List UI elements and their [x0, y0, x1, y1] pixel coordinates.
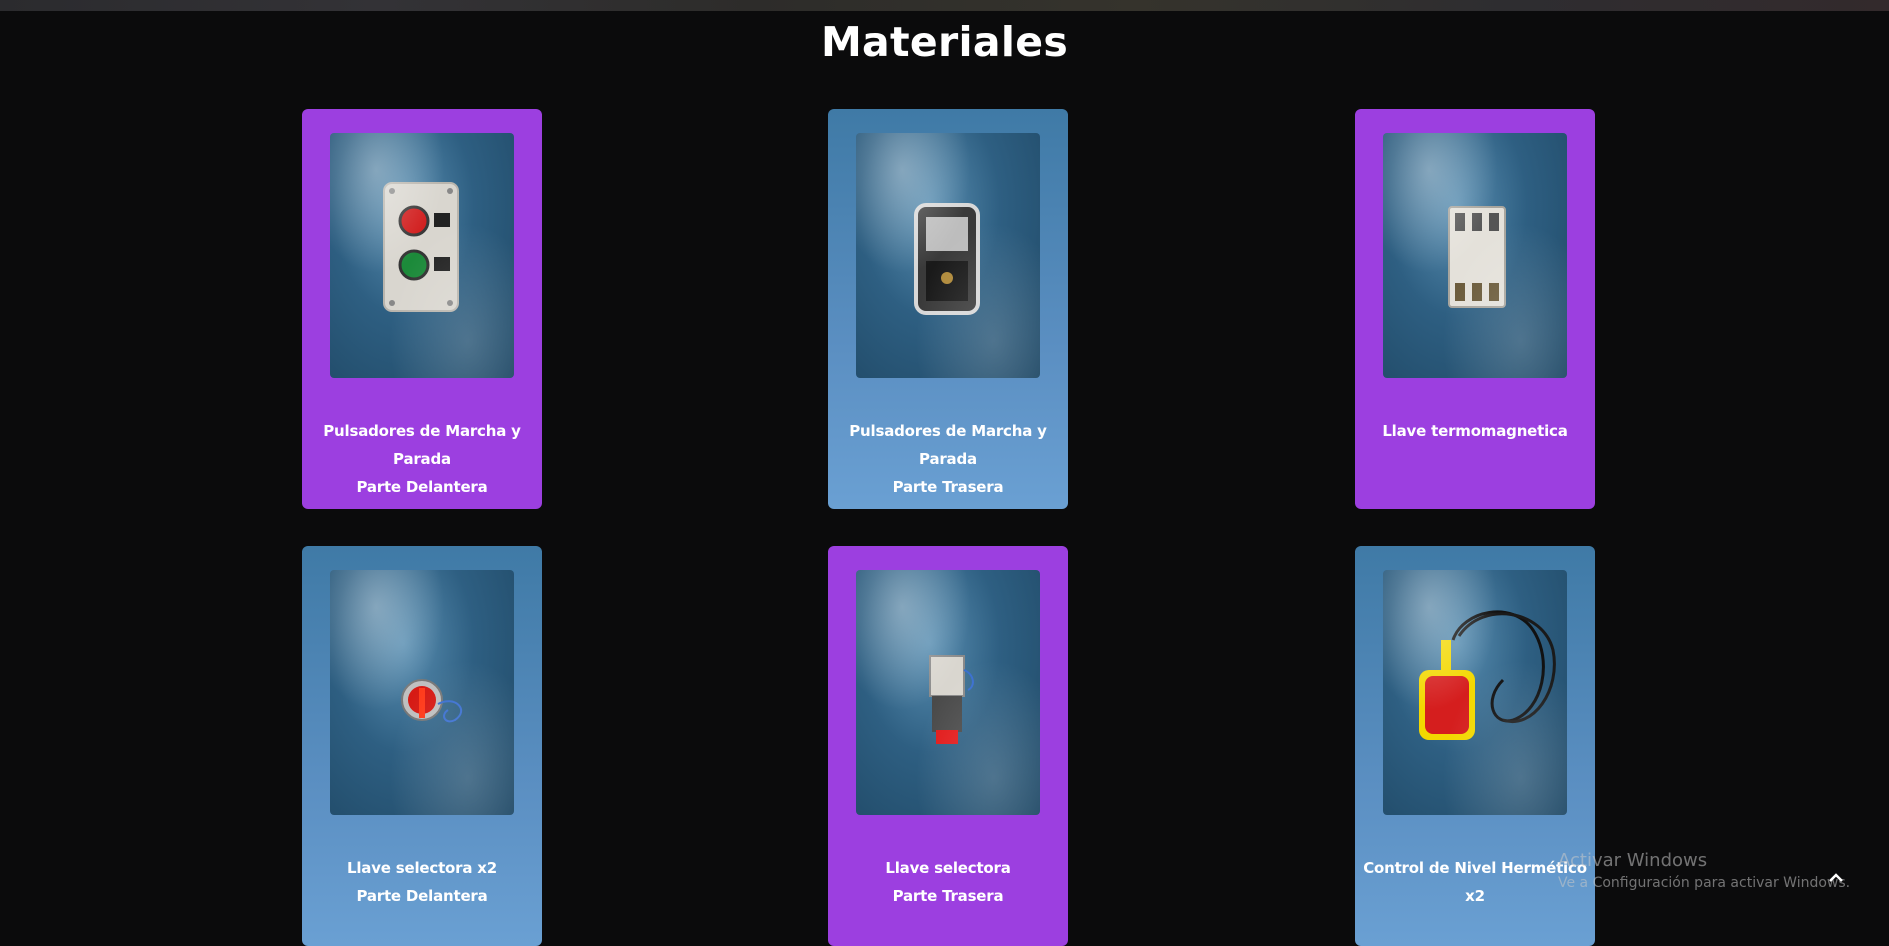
windows-activation-watermark: Activar Windows Ve a Configuración para …	[1558, 850, 1850, 891]
card-title-line1: Pulsadores de Marcha y Parada	[323, 422, 521, 468]
card-title-line2: Parte Trasera	[892, 478, 1004, 496]
material-card[interactable]: Llave selectora Parte Trasera	[828, 546, 1068, 946]
material-photo	[1383, 133, 1567, 378]
card-title-line1: Llave selectora	[885, 859, 1011, 877]
card-title-line1: Llave selectora x2	[346, 859, 498, 877]
watermark-line2: Ve a Configuración para activar Windows.	[1558, 875, 1851, 891]
material-photo	[856, 133, 1040, 378]
material-card[interactable]: Llave termomagnetica	[1355, 109, 1595, 509]
material-photo	[330, 570, 514, 815]
card-title-line2: Parte Trasera	[892, 887, 1004, 905]
material-card[interactable]: Pulsadores de Marcha y Parada Parte Dela…	[302, 109, 542, 509]
card-title-line1: Pulsadores de Marcha y Parada	[849, 422, 1047, 468]
material-photo	[330, 133, 514, 378]
page-title: Materiales	[820, 18, 1069, 66]
browser-top-strip	[0, 0, 1889, 11]
material-card[interactable]: Llave selectora x2 Parte Delantera	[302, 546, 542, 946]
watermark-line1: Activar Windows	[1558, 850, 1708, 871]
material-photo	[1383, 570, 1567, 815]
card-title-line1: Llave termomagnetica	[1382, 422, 1568, 440]
material-card[interactable]: Pulsadores de Marcha y Parada Parte Tras…	[828, 109, 1068, 509]
card-title-line2: Parte Delantera	[356, 478, 488, 496]
chevron-up-icon[interactable]	[1826, 868, 1846, 888]
card-title-line2: Parte Delantera	[356, 887, 488, 905]
material-photo	[856, 570, 1040, 815]
